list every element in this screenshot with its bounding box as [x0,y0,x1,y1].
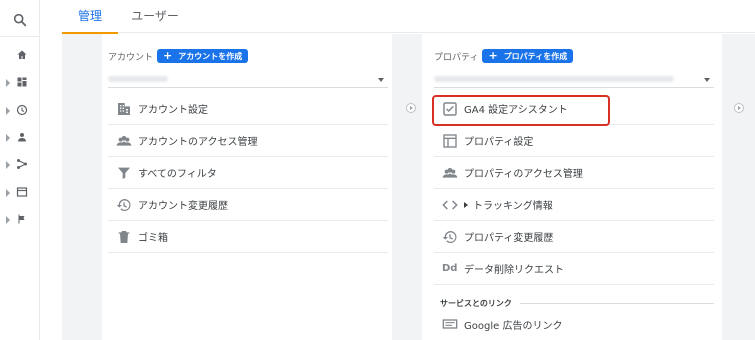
people-icon [442,168,458,178]
caret-right-icon [464,202,468,208]
create-property-button[interactable]: + プロパティを作成 [482,49,574,63]
account-selector[interactable] [108,72,388,88]
property-access-label: プロパティのアクセス管理 [464,169,583,180]
account-name-redacted [108,76,168,82]
all-filters-item[interactable]: すべてのフィルタ [108,157,388,189]
all-filters-label: すべてのフィルタ [138,169,217,180]
window-icon [16,187,28,197]
home-icon [17,50,27,59]
flag-icon [18,214,25,224]
account-header: アカウント + アカウントを作成 [108,49,249,63]
property-column: プロパティ + プロパティを作成 GA4 設定アシスタント プロパティ設定 プロ… [422,34,722,340]
property-name-redacted [434,76,674,82]
property-history-item[interactable]: プロパティ変更履歴 [434,221,714,253]
trash-item[interactable]: ゴミ箱 [108,221,388,253]
tab-user[interactable]: ユーザー [122,0,188,33]
dd-icon: Dd [442,263,458,274]
account-label: アカウント [108,52,154,63]
rail-item-behavior[interactable] [0,183,40,203]
dashboard-icon [17,77,27,87]
data-deletion-label: データ削除リクエスト [464,265,564,276]
expand-arrow-icon[interactable] [406,103,416,113]
rail-item-conversions[interactable] [0,210,40,230]
people-icon [116,136,132,146]
code-icon [442,200,458,210]
tracking-info-label: トラッキング情報 [464,197,553,212]
chevron-right-icon [6,189,10,197]
section-divider [520,303,714,304]
account-settings-item[interactable]: アカウント設定 [108,93,388,125]
plus-icon: + [488,49,498,62]
account-access-label: アカウントのアクセス管理 [138,137,258,148]
history-icon [116,199,131,211]
rail-item-home[interactable] [0,46,40,66]
person-icon [18,133,26,142]
plus-icon: + [163,49,173,62]
google-ads-link-item[interactable]: Google 広告のリンク [434,308,714,340]
dropdown-arrow-icon [378,78,384,82]
building-icon [118,103,130,115]
google-ads-link-label: Google 広告のリンク [464,320,563,332]
property-selector[interactable] [434,72,714,88]
highlight-box [432,95,610,126]
property-access-item[interactable]: プロパティのアクセス管理 [434,157,714,189]
account-settings-label: アカウント設定 [138,105,208,116]
create-account-button[interactable]: + アカウントを作成 [157,49,249,63]
tab-admin[interactable]: 管理 [62,0,118,34]
chevron-right-icon [6,107,10,115]
rail-item-customization[interactable] [0,73,40,93]
clock-icon [16,104,28,116]
search-icon[interactable] [12,12,28,28]
account-history-item[interactable]: アカウント変更履歴 [108,189,388,221]
analytics-admin-app: 管理 ユーザー アカウント + アカウントを作成 アカウント設定 アカウントのア… [0,0,755,340]
history-icon [442,231,457,243]
chevron-right-icon [6,161,10,169]
top-tabs: 管理 ユーザー [62,0,755,34]
rail-divider [0,36,40,37]
admin-content: アカウント + アカウントを作成 アカウント設定 アカウントのアクセス管理 すべ… [62,34,755,340]
property-history-label: プロパティ変更履歴 [464,233,554,244]
property-settings-label: プロパティ設定 [464,137,534,148]
dropdown-arrow-icon [704,78,710,82]
expand-arrow-icon[interactable] [734,103,744,113]
rail-item-acquisition[interactable] [0,155,40,175]
account-column: アカウント + アカウントを作成 アカウント設定 アカウントのアクセス管理 すべ… [102,34,392,340]
chevron-right-icon [6,79,10,87]
chevron-right-icon [6,134,10,142]
rail-item-realtime[interactable] [0,101,40,121]
account-access-item[interactable]: アカウントのアクセス管理 [108,125,388,157]
rail-item-audience[interactable] [0,128,40,148]
tracking-info-item[interactable]: トラッキング情報 [434,189,714,221]
left-nav-rail [0,0,40,340]
create-account-label: アカウントを作成 [178,51,243,61]
tracking-info-text: トラッキング情報 [473,201,553,212]
property-header: プロパティ + プロパティを作成 [434,49,574,63]
trash-icon [118,231,130,243]
property-label: プロパティ [434,52,479,63]
data-deletion-item[interactable]: Dd データ削除リクエスト [434,253,714,285]
chevron-right-icon [6,216,10,224]
filter-icon [118,167,130,179]
create-property-label: プロパティを作成 [503,51,568,61]
property-settings-item[interactable]: プロパティ設定 [434,125,714,157]
trash-label: ゴミ箱 [138,233,168,244]
account-history-label: アカウント変更履歴 [138,201,228,212]
ads-link-icon [442,319,458,329]
layout-icon [443,134,457,148]
acquisition-icon [17,159,27,169]
